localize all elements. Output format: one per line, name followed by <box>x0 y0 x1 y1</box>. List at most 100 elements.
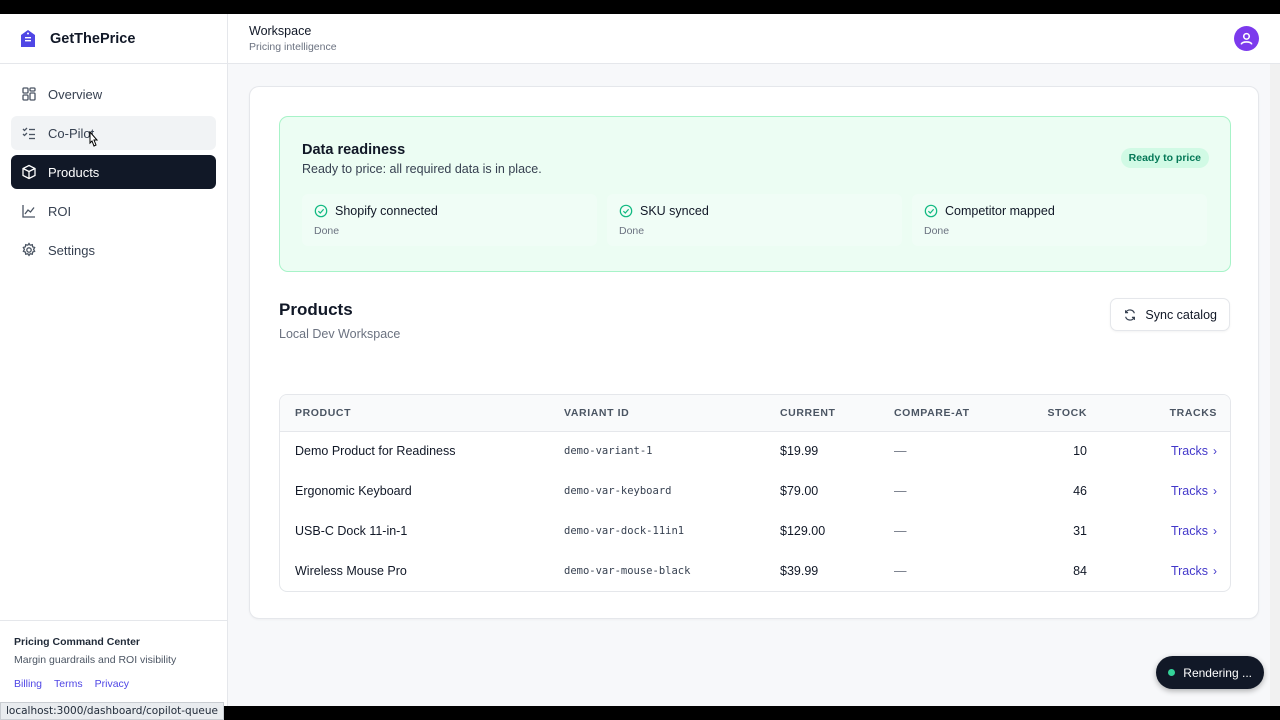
cell-tracks: Tracks › <box>1102 471 1230 511</box>
tracks-label: Tracks <box>1170 484 1208 498</box>
column-header-tracks[interactable]: TRACKS <box>1102 395 1230 431</box>
footer-links: Billing Terms Privacy <box>14 678 213 690</box>
tracks-link[interactable]: Tracks › <box>1171 444 1217 458</box>
step-state: Done <box>924 225 950 237</box>
box-icon <box>21 164 37 180</box>
gear-icon <box>21 242 37 258</box>
sidebar-item-roi[interactable]: ROI <box>11 194 216 228</box>
column-header-product[interactable]: PRODUCT <box>280 395 549 431</box>
sync-catalog-label: Sync catalog <box>1145 307 1217 322</box>
cell-variant-id: demo-var-keyboard <box>564 485 672 497</box>
app-window: GetThePrice Overview Co-Pilot Products R… <box>0 14 1280 706</box>
table-row[interactable]: Ergonomic Keyboard demo-var-keyboard $79… <box>280 471 1230 511</box>
tracks-label: Tracks <box>1170 444 1208 459</box>
user-icon <box>1240 32 1253 45</box>
checklist-icon <box>21 125 37 141</box>
cell-stock: 31 <box>1073 524 1087 538</box>
step-state: Done <box>619 225 645 237</box>
step-label: Shopify connected <box>335 204 438 218</box>
tracks-link[interactable]: Tracks › <box>1171 524 1217 538</box>
column-header-compare-at[interactable]: COMPARE-AT <box>879 395 993 431</box>
cell-product: Ergonomic Keyboard <box>295 484 412 498</box>
cell-product: Demo Product for Readiness <box>295 444 456 459</box>
cell-current: $79.00 <box>780 484 819 498</box>
products-table: PRODUCT VARIANT ID CURRENT COMPARE-AT ST… <box>279 394 1231 592</box>
cell-current: $129.00 <box>780 524 826 538</box>
chevron-right-icon: › <box>1213 444 1217 459</box>
sidebar: GetThePrice Overview Co-Pilot Products R… <box>0 14 228 706</box>
cell-current: $19.99 <box>780 444 819 459</box>
cell-compare-at: — <box>894 524 907 538</box>
cell-compare-at: — <box>894 444 907 459</box>
readiness-title: Data readiness <box>302 142 406 158</box>
cell-current: $39.99 <box>780 564 819 578</box>
status-bar-url: localhost:3000/dashboard/copilot-queue <box>0 702 224 720</box>
page-scrollbar[interactable] <box>1270 64 1280 706</box>
step-sku-synced: SKU synced Done <box>607 194 902 246</box>
brand-logo-icon <box>21 29 35 47</box>
step-competitor-mapped: Competitor mapped Done <box>912 194 1207 246</box>
sidebar-nav: Overview Co-Pilot Products ROI Settings <box>0 64 227 267</box>
avatar[interactable] <box>1234 26 1259 51</box>
sidebar-item-label: Overview <box>48 86 103 102</box>
chevron-right-icon: › <box>1213 564 1217 578</box>
sidebar-item-products[interactable]: Products <box>11 155 216 189</box>
rendering-toast: Rendering ... <box>1156 656 1264 689</box>
column-header-variant-id[interactable]: VARIANT ID <box>549 395 765 431</box>
refresh-icon <box>1125 308 1136 321</box>
step-label: Competitor mapped <box>945 204 1055 218</box>
sidebar-item-overview[interactable]: Overview <box>11 77 216 111</box>
tracks-link[interactable]: Tracks › <box>1171 564 1217 578</box>
sidebar-footer: Pricing Command Center Margin guardrails… <box>0 620 227 706</box>
products-subtitle: Local Dev Workspace <box>279 327 401 341</box>
sync-catalog-button[interactable]: Sync catalog <box>1110 298 1230 331</box>
footer-title: Pricing Command Center <box>14 636 141 648</box>
chevron-right-icon: › <box>1213 524 1217 538</box>
main-card: Data readiness Ready to price: all requi… <box>249 86 1259 619</box>
table-row[interactable]: Demo Product for Readiness demo-variant-… <box>280 431 1230 471</box>
page-title: Workspace <box>249 24 312 38</box>
tracks-link[interactable]: Tracks › <box>1171 484 1217 498</box>
cell-tracks: Tracks › <box>1102 551 1230 591</box>
cell-stock: 46 <box>1073 484 1087 498</box>
sidebar-item-label: ROI <box>48 203 72 219</box>
cell-compare-at: — <box>894 564 907 578</box>
readiness-subtitle: Ready to price: all required data is in … <box>302 162 542 176</box>
cell-variant-id: demo-var-dock-11in1 <box>564 525 685 537</box>
top-header: Workspace Pricing intelligence <box>228 14 1280 64</box>
page-subtitle: Pricing intelligence <box>249 41 337 53</box>
footer-link-billing[interactable]: Billing <box>14 678 42 690</box>
cell-tracks: Tracks › <box>1102 511 1230 551</box>
step-label: SKU synced <box>640 204 709 218</box>
table-row[interactable]: Wireless Mouse Pro demo-var-mouse-black … <box>280 551 1230 591</box>
check-circle-icon <box>924 204 938 218</box>
data-readiness-panel: Data readiness Ready to price: all requi… <box>279 116 1231 272</box>
chevron-right-icon: › <box>1213 484 1217 498</box>
status-badge: Ready to price <box>1120 148 1209 168</box>
toast-label: Rendering ... <box>1183 665 1252 680</box>
cell-stock: 84 <box>1073 564 1087 578</box>
table-header-row: PRODUCT VARIANT ID CURRENT COMPARE-AT ST… <box>280 395 1230 431</box>
sidebar-item-settings[interactable]: Settings <box>11 233 216 267</box>
step-shopify-connected: Shopify connected Done <box>302 194 597 246</box>
cell-stock: 10 <box>1073 444 1087 459</box>
sidebar-item-label: Settings <box>48 242 95 258</box>
products-title: Products <box>279 300 353 319</box>
table-row[interactable]: USB-C Dock 11-in-1 demo-var-dock-11in1 $… <box>280 511 1230 551</box>
cell-product: USB-C Dock 11-in-1 <box>295 524 408 538</box>
sidebar-item-co-pilot[interactable]: Co-Pilot <box>11 116 216 150</box>
status-dot-icon <box>1168 669 1176 676</box>
tracks-label: Tracks <box>1170 524 1208 538</box>
footer-link-terms[interactable]: Terms <box>54 678 83 690</box>
brand-name: GetThePrice <box>50 30 136 47</box>
cell-variant-id: demo-variant-1 <box>564 445 653 458</box>
column-header-stock[interactable]: STOCK <box>993 395 1102 431</box>
footer-link-privacy[interactable]: Privacy <box>95 678 129 690</box>
column-header-current[interactable]: CURRENT <box>765 395 879 431</box>
brand[interactable]: GetThePrice <box>0 14 227 64</box>
cell-variant-id: demo-var-mouse-black <box>564 565 691 577</box>
cell-compare-at: — <box>894 484 907 498</box>
cell-tracks: Tracks › <box>1102 431 1230 471</box>
sidebar-item-label: Products <box>48 164 100 180</box>
readiness-steps: Shopify connected Done SKU synced Done C… <box>302 194 1207 246</box>
